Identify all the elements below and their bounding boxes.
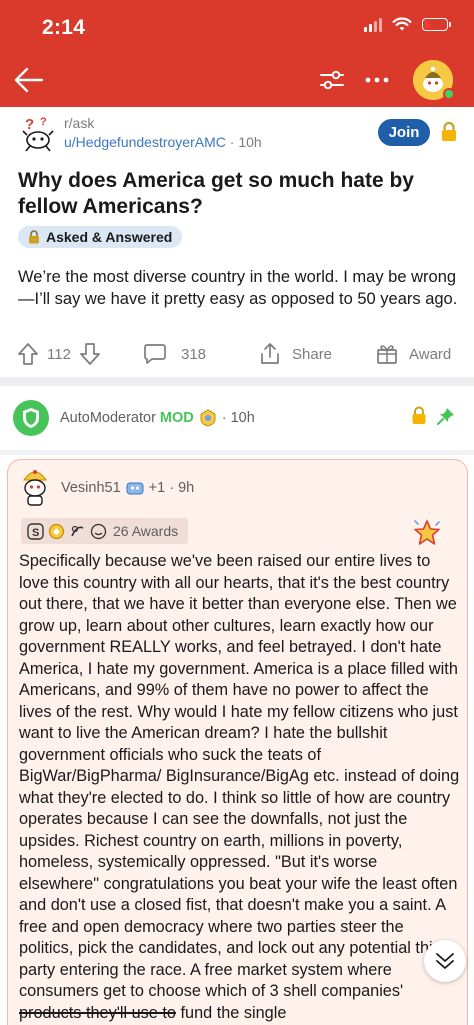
collapse-thread-button[interactable] [424,940,466,982]
comment-meta: Vesinh51 +1 · 9h [61,480,194,496]
commenter-avatar[interactable] [16,466,54,508]
comment-age: 9h [178,480,195,496]
share-label: Share [292,345,333,363]
awards-count: 26 Awards [113,523,179,539]
wholesome-award-icon [90,523,107,539]
meta-separator: · [169,480,175,496]
award-button[interactable]: Award [375,338,451,370]
chevron-double-down-icon [436,953,454,969]
online-status-dot [443,88,455,100]
more-horizontal-icon [365,77,389,83]
post-meta: u/HedgefundestroyerAMC · 10h [64,134,262,150]
sliders-icon [320,70,344,90]
user-badge-icon [126,482,144,495]
more-options-button[interactable] [362,66,392,94]
meta-separator: · [221,410,227,426]
automod-meta: AutoModerator MOD · 10h [60,409,255,427]
post-age: 10h [238,134,262,150]
user-avatar-button[interactable] [413,60,455,100]
comment-author[interactable]: Vesinh51 [61,480,121,496]
automod-name[interactable]: AutoModerator [60,410,156,426]
app-header: 2:14 [0,0,474,107]
share-button[interactable]: Share [258,338,332,370]
automod-age: 10h [230,410,255,426]
subreddit-name[interactable]: r/ask [64,115,94,131]
moderator-badge-icon [200,409,216,427]
upvote-icon[interactable] [17,342,39,366]
downvote-icon[interactable] [79,342,101,366]
wifi-icon [392,17,412,31]
silver-award-icon: S [27,522,44,540]
post-actions: 112 318 Share Award [0,338,474,372]
vote-count: 112 [47,345,71,363]
mod-tag: MOD [159,410,194,426]
lock-icon [412,406,426,424]
section-divider [0,450,474,455]
comments-button[interactable]: 318 [143,338,206,370]
post-author[interactable]: u/HedgefundestroyerAMC [64,134,226,150]
battery-icon [422,18,451,31]
give-award-icon[interactable] [412,518,442,548]
status-time: 2:14 [42,16,86,39]
comment-strikethrough-text: products they'll use to [19,1003,176,1022]
sort-button[interactable] [318,66,346,94]
comment-count: 318 [181,345,207,363]
status-icons [364,17,451,32]
gift-icon [377,345,397,364]
post-flair[interactable]: Asked & Answered [18,226,183,248]
comment-icon [144,344,166,364]
gold-award-icon [48,523,65,539]
arrow-left-icon [14,67,44,93]
helpful-award-icon [71,525,84,536]
comment-body: Specifically because we've been raised o… [19,551,461,1024]
share-icon [261,343,279,364]
comment-plus: +1 [148,480,166,496]
section-divider [0,377,474,386]
automod-avatar[interactable] [13,400,49,436]
pin-icon [437,408,454,425]
post-title: Why does America get so much hate by fel… [18,169,414,218]
svg-text:S: S [32,527,39,539]
cellular-signal-icon [364,17,382,32]
flair-label: Asked & Answered [46,229,173,245]
awards-strip[interactable]: S 26 Awards [21,518,189,544]
svg-text:?: ? [40,116,47,128]
comment-text: Specifically because we've been raised o… [19,552,460,1000]
post-body: We’re the most diverse country in the wo… [18,268,458,308]
shield-icon [23,408,39,428]
subreddit-icon: ? ? [22,116,54,152]
vote-group: 112 [17,338,101,370]
join-button[interactable]: Join [378,119,430,146]
comment-text-end: fund the single [175,1003,287,1022]
svg-text:?: ? [25,116,34,133]
award-label: Award [409,345,452,363]
lock-icon[interactable] [440,121,458,143]
back-button[interactable] [12,63,46,97]
highlighted-comment: Vesinh51 +1 · 9h S 26 Awards Specificall… [7,459,468,1025]
lock-icon [29,230,39,244]
